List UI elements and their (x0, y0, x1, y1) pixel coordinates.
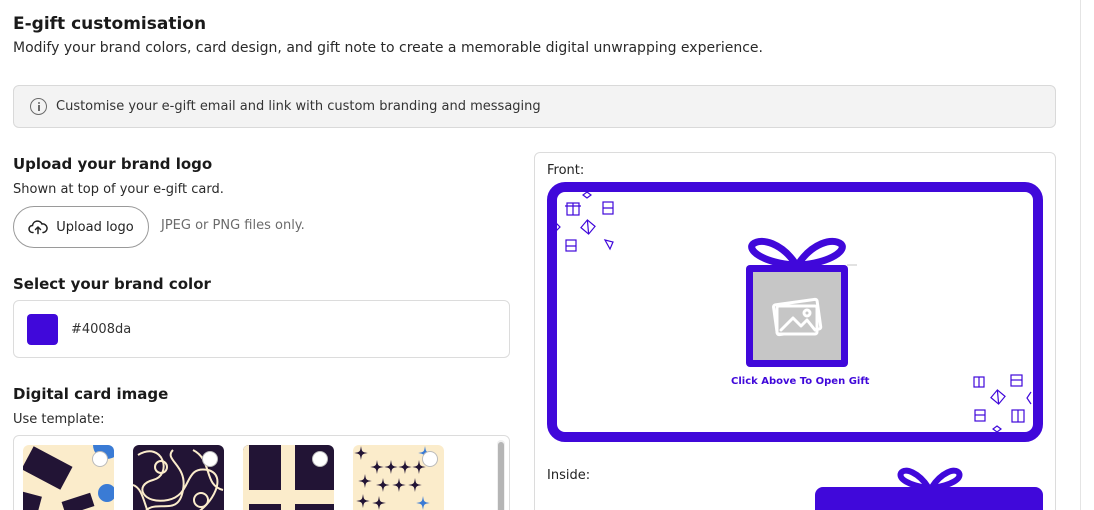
logo-section-title: Upload your brand logo (13, 155, 213, 173)
template-sparkles[interactable] (353, 445, 444, 510)
template-swirls[interactable] (133, 445, 224, 510)
template-geometric-radio[interactable] (92, 451, 108, 467)
page-subtitle: Modify your brand colors, card design, a… (13, 40, 763, 56)
cloud-upload-icon (28, 220, 49, 235)
template-picker (13, 435, 510, 510)
gift-box-icon (746, 237, 857, 367)
template-swirls-radio[interactable] (202, 451, 218, 467)
panel-divider (1080, 0, 1081, 510)
inside-label: Inside: (547, 468, 591, 483)
brand-color-swatch[interactable] (27, 313, 58, 345)
front-label: Front: (547, 163, 585, 178)
upload-logo-label: Upload logo (56, 219, 134, 235)
brand-color-field[interactable]: #4008da (13, 300, 510, 358)
template-sparkles-radio[interactable] (422, 451, 438, 467)
card-image-title: Digital card image (13, 385, 169, 403)
card-front-art (557, 192, 1032, 432)
upload-hint: JPEG or PNG files only. (161, 218, 305, 233)
logo-section-subtitle: Shown at top of your e-gift card. (13, 182, 224, 197)
info-icon (30, 98, 47, 115)
card-image-subtitle: Use template: (13, 412, 105, 427)
info-banner-text: Customise your e-gift email and link wit… (56, 99, 541, 114)
template-geometric[interactable] (23, 445, 114, 510)
info-banner: Customise your e-gift email and link wit… (13, 85, 1056, 128)
open-gift-text[interactable]: Click Above To Open Gift (731, 376, 869, 387)
brand-color-title: Select your brand color (13, 275, 211, 293)
card-inside-preview[interactable] (815, 487, 1043, 510)
template-cross-blocks[interactable] (243, 445, 334, 510)
egift-customisation-page: E-gift customisation Modify your brand c… (0, 0, 1094, 510)
template-cross-blocks-radio[interactable] (312, 451, 328, 467)
upload-logo-button[interactable]: Upload logo (13, 206, 149, 248)
card-front-preview[interactable] (547, 182, 1043, 442)
template-scrollbar-thumb[interactable] (498, 442, 504, 510)
page-title: E-gift customisation (13, 14, 207, 34)
brand-color-value: #4008da (71, 321, 132, 337)
